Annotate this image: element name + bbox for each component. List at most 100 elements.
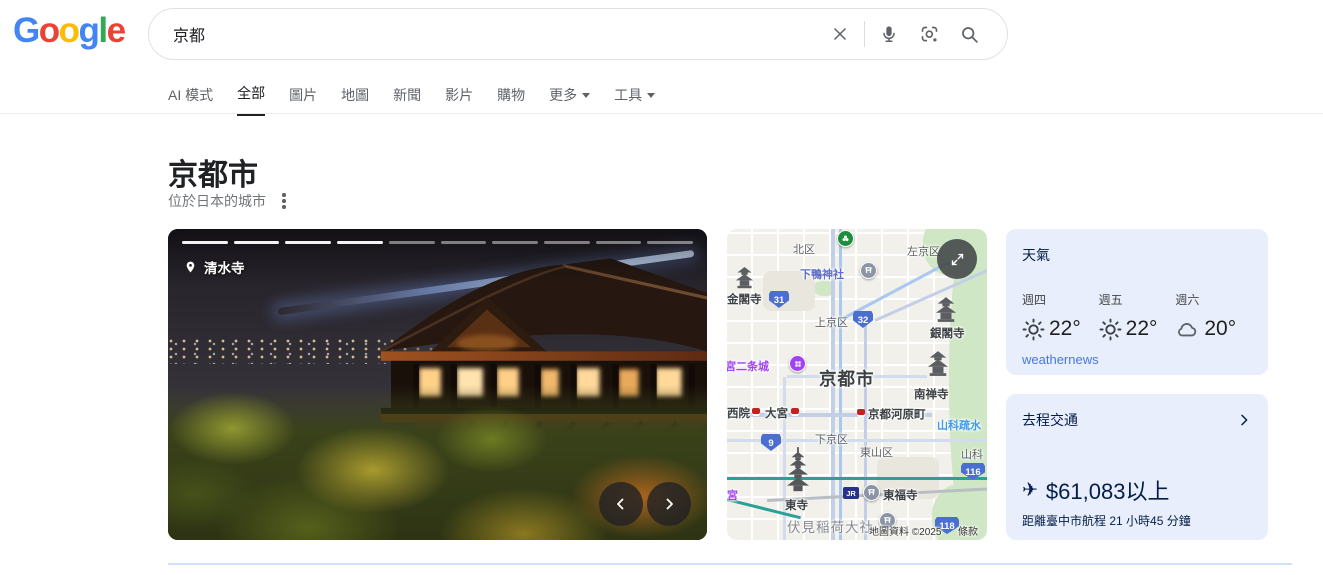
clear-search-button[interactable] xyxy=(820,14,860,54)
weather-temp: 22° xyxy=(1049,317,1081,340)
map-railway xyxy=(727,477,987,480)
map-label-ginkakuji: 銀閣寺 xyxy=(930,328,965,340)
google-lens-icon xyxy=(921,26,937,42)
map-label-shimogamo: 下鴨神社 xyxy=(800,269,844,281)
map-label-nanzenji: 南禅寺 xyxy=(914,389,949,401)
tab-all[interactable]: 全部 xyxy=(237,83,266,116)
train-station-icon xyxy=(857,409,865,417)
airplane-icon: ✈ xyxy=(1022,479,1038,501)
map-expand-button[interactable] xyxy=(937,239,977,279)
jr-logo: JR xyxy=(843,487,859,499)
tab-label: 新聞 xyxy=(393,86,422,103)
close-icon xyxy=(834,28,846,40)
search-bar[interactable] xyxy=(148,8,1008,60)
tab-images[interactable]: 圖片 xyxy=(289,83,317,116)
map-label-kinkakuji: 金閣寺 xyxy=(727,294,762,306)
map-label-higashiyamaku: 東山区 xyxy=(860,447,893,459)
transit-title: 去程交通 xyxy=(1022,412,1078,428)
weather-source-link[interactable]: weathernews xyxy=(1022,352,1252,367)
flight-price: $61,083以上 xyxy=(1045,479,1170,504)
map-label-toji: 東寺 xyxy=(785,500,808,512)
weather-day-label: 週四 xyxy=(1022,293,1047,307)
logo-letter: l xyxy=(98,11,108,50)
tab-label: 工具 xyxy=(614,86,643,103)
tab-news[interactable]: 新聞 xyxy=(393,83,421,116)
tab-maps[interactable]: 地圖 xyxy=(341,83,369,116)
map-road xyxy=(864,321,867,540)
sun-icon xyxy=(1099,318,1122,340)
tab-label: 地圖 xyxy=(341,86,370,103)
page-title: 京都市 xyxy=(168,159,258,192)
photo-location-chip[interactable]: 清水寺 xyxy=(184,257,245,277)
weather-days: 週四 22° 週五 22° 週六 20° xyxy=(1022,291,1252,341)
voice-search-button[interactable] xyxy=(869,14,909,54)
transit-card[interactable]: 去程交通 ✈ $61,083以上 距離臺中市航程 21 小時45 分鐘 xyxy=(1006,394,1268,540)
route-shield-9: 9 xyxy=(761,434,781,451)
map-label-sakyoku: 左京区 xyxy=(907,246,940,258)
logo-letter: o xyxy=(38,11,60,50)
carousel-prev-button[interactable] xyxy=(599,482,643,526)
search-submit-button[interactable] xyxy=(949,14,989,54)
map-label-kawaramachi: 京都河原町 xyxy=(868,409,926,421)
tab-label: AI 模式 xyxy=(168,86,214,103)
carousel-next-button[interactable] xyxy=(647,482,691,526)
tab-ai-mode[interactable]: AI 模式 xyxy=(168,83,213,116)
map-label-kitaku: 北区 xyxy=(793,244,815,256)
map-label-nijojo: 宮二条城 xyxy=(727,361,769,373)
weather-day-col: 週五 22° xyxy=(1099,291,1176,341)
logo-letter: G xyxy=(13,11,40,50)
logo-letter: o xyxy=(58,11,80,50)
map-thumbnail[interactable]: 北区 左京区 下鴨神社 金閣寺 31 上京区 32 銀閣寺 宮二条城 京都市 南… xyxy=(727,229,987,540)
tab-label: 影片 xyxy=(445,86,474,103)
tab-videos[interactable]: 影片 xyxy=(445,83,473,116)
flight-detail: 距離臺中市航程 21 小時45 分鐘 xyxy=(1022,514,1191,528)
location-pin-icon xyxy=(186,261,195,273)
more-options-button[interactable] xyxy=(278,191,290,211)
tab-shopping[interactable]: 購物 xyxy=(497,83,525,116)
tab-label: 購物 xyxy=(497,86,526,103)
weather-title: 天氣 xyxy=(1022,247,1050,263)
photo-carousel[interactable]: 清水寺 xyxy=(168,229,707,540)
search-input[interactable] xyxy=(149,25,820,43)
microphone-icon xyxy=(883,26,895,42)
map-terms-link[interactable]: 條款 xyxy=(958,523,978,538)
google-search-results-page: Google AI 模式 全部 圖片 地圖 新聞 影片 購物 更多 工具 xyxy=(0,0,1323,575)
weather-day-label: 週五 xyxy=(1098,293,1123,307)
park-marker xyxy=(837,230,854,247)
map-label-fushimiinari: 伏見稲荷大社 xyxy=(787,520,874,535)
google-logo[interactable]: Google xyxy=(13,11,126,51)
map-label-saiin: 西院 xyxy=(727,408,750,420)
castle-marker xyxy=(789,355,806,372)
tab-more[interactable]: 更多 xyxy=(549,83,591,116)
train-station-icon xyxy=(791,408,799,416)
shrine-marker xyxy=(860,262,877,279)
map-label-omiya: 大宮 xyxy=(765,408,788,420)
entity-subtitle: 位於日本的城市 xyxy=(168,193,266,209)
train-station-icon xyxy=(752,408,760,416)
photo-location-label: 清水寺 xyxy=(204,261,245,276)
logo-letter: e xyxy=(106,11,126,50)
temple-icon xyxy=(935,297,957,322)
search-bar-divider xyxy=(864,21,865,47)
temple-icon xyxy=(927,351,949,376)
weather-temp: 20° xyxy=(1204,317,1237,340)
tab-label: 更多 xyxy=(549,86,578,103)
chevron-down-icon xyxy=(647,93,656,98)
station-marker xyxy=(863,484,880,501)
section-divider xyxy=(168,563,1292,565)
expand-icon xyxy=(951,253,963,265)
chevron-right-icon[interactable] xyxy=(1236,412,1252,428)
chevron-right-icon xyxy=(666,498,673,510)
header-divider xyxy=(0,113,1323,114)
map-label-kyotoshi: 京都市 xyxy=(819,369,875,389)
map-label-shimogyoku: 下京区 xyxy=(815,434,848,446)
tab-tools[interactable]: 工具 xyxy=(614,83,656,116)
weather-day-col: 週四 22° xyxy=(1022,291,1099,341)
entity-subtitle-row: 位於日本的城市 xyxy=(168,191,290,211)
logo-letter: g xyxy=(78,11,100,50)
route-shield-32: 32 xyxy=(853,311,873,328)
lens-search-button[interactable] xyxy=(909,14,949,54)
cloud-icon xyxy=(1178,322,1197,336)
search-icon xyxy=(961,26,978,43)
map-label-miya: 宮 xyxy=(727,490,738,502)
